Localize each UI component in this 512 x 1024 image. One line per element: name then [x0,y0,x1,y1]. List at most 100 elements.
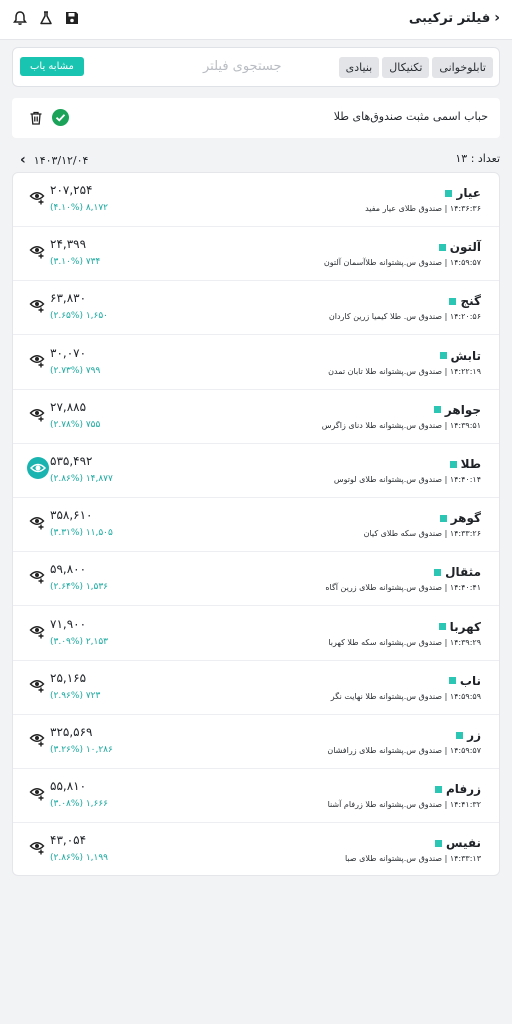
fund-time: ۱۴:۵۹:۵۹ [449,691,481,701]
list-item[interactable]: کهربا ۱۴:۳۹:۲۹ | صندوق س.پشتوانه سکه طلا … [13,607,499,661]
fund-symbol: نفیس [434,836,481,851]
fund-time: ۱۴:۲۲:۱۹ [449,366,481,376]
list-item[interactable]: زرفام ۱۴:۴۱:۳۲ | صندوق س.پشتوانه طلا زرفا… [13,769,499,824]
fund-time: ۱۴:۲۰:۵۶ [449,312,481,322]
watch-icon[interactable] [29,188,47,206]
fund-full-name: صندوق س.پشتوانه طلاآسمان آلتون [323,258,443,268]
list-item[interactable]: عیار ۱۴:۳۶:۳۶ | صندوق طلای عیار مفید ۲۰۷,۲… [13,173,499,227]
fund-symbol-text: زرفام [446,782,481,797]
fund-color-marker [445,189,453,197]
fund-description: ۱۴:۵۹:۵۹ | صندوق س.پشتوانه طلا نهایت نگر [331,692,481,701]
fund-change: ۱,۶۵۰ (۲.۶۵%) [50,311,109,322]
save-icon[interactable] [64,10,80,26]
list-item[interactable]: نفیس ۱۴:۳۳:۱۳ | صندوق س.پشتوانه طلای صبا ۴… [13,823,499,877]
fund-change: ۸,۱۷۲ (۴.۱۰%) [50,203,109,213]
fund-color-marker [433,406,441,414]
filter-type-tabs: تابلوخوانی تکنیکال بنیادی [338,57,493,78]
fund-change: ۱۱,۵۰۵ (۳.۳۱%) [50,528,113,539]
fund-price: ۴۳,۰۵۴ [50,833,87,848]
list-item[interactable]: زر ۱۴:۵۹:۵۷ | صندوق س.پشتوانه طلای زرافشا… [13,715,499,769]
fund-description: ۱۴:۳۳:۱۳ | صندوق س.پشتوانه طلای صبا [345,854,481,863]
fund-symbol: کهربا [438,620,481,634]
watch-icon[interactable] [29,242,47,260]
fund-symbol-text: جواهر [444,402,481,417]
fund-change: ۱,۵۳۶ (۲.۶۴%) [50,582,109,593]
watch-icon[interactable] [29,622,47,640]
watch-icon[interactable] [29,351,47,369]
fund-time: ۱۴:۴۰:۱۴ [449,475,481,484]
search-input[interactable]: جستجوی فیلتر [203,59,282,74]
fund-full-name: صندوق س.پشتوانه طلا دنای زاگرس [321,420,443,430]
bell-icon[interactable] [12,10,28,26]
list-item[interactable]: گوهر ۱۴:۳۳:۲۶ | صندوق سکه طلای کیان ۳۵۸,۶۱… [13,498,499,553]
fund-change: ۱,۶۶۶ (۳.۰۸%) [50,799,109,810]
fund-color-marker [449,297,457,305]
fund-time: ۱۴:۳۳:۱۳ [449,854,481,864]
fund-symbol: جواهر [433,402,481,417]
fund-symbol-text: مثقال [445,565,481,580]
fund-description: ۱۴:۲۰:۵۶ | صندوق س. طلا کیمیا زرین کاردا… [329,312,481,321]
watch-icon[interactable] [29,730,47,748]
watch-icon[interactable] [29,405,47,423]
list-item[interactable]: جواهر ۱۴:۳۹:۵۱ | صندوق س.پشتوانه طلا دنای… [13,390,499,444]
separator: | [442,854,450,864]
fund-price: ۲۵,۱۶۵ [50,670,87,685]
watch-icon[interactable] [29,838,47,856]
trash-icon[interactable] [28,110,44,126]
list-item[interactable]: تابش ۱۴:۲۲:۱۹ | صندوق س.پشتوانه طلا تابان… [13,336,499,390]
list-item[interactable]: طلا ۱۴:۴۰:۱۴ | صندوق س.پشتوانه طلای لوتوس… [13,444,499,498]
fund-symbol-text: نفیس [445,836,481,851]
tab-tablokhani[interactable]: تابلوخوانی [432,57,493,78]
fund-description: ۱۴:۳۹:۵۱ | صندوق س.پشتوانه طلا دنای زاگر… [322,421,481,430]
fund-change: ۱۴,۸۷۷ (۲.۸۶%) [50,474,113,484]
tab-fundamental[interactable]: بنیادی [338,57,380,78]
fund-full-name: صندوق س.پشتوانه طلای صبا [344,854,443,864]
list-item[interactable]: ناب ۱۴:۵۹:۵۹ | صندوق س.پشتوانه طلا نهایت … [13,661,499,715]
watch-icon[interactable] [27,457,49,479]
list-item[interactable]: گنج ۱۴:۲۰:۵۶ | صندوق س. طلا کیمیا زرین کا… [13,281,499,336]
fund-price: ۲۴,۳۹۹ [50,237,87,252]
fund-color-marker [435,785,443,793]
fund-price: ۲۷,۸۸۵ [50,399,87,414]
fund-color-marker [439,514,447,522]
back-chevron-icon[interactable]: ‹ [494,10,500,26]
fund-description: ۱۴:۴۰:۴۱ | صندوق س.پشتوانه طلای زرین آگا… [325,583,481,592]
separator: | [442,637,450,647]
fund-symbol-text: تابش [450,348,481,363]
separator: | [442,420,450,430]
tab-technical[interactable]: تکنیکال [382,57,430,78]
similar-finder-button[interactable]: مشابه یاب [20,57,84,76]
fund-symbol: ناب [448,674,481,688]
watch-icon[interactable] [29,676,47,694]
fund-description: ۱۴:۴۰:۱۴ | صندوق س.پشتوانه طلای لوتوس [334,475,481,484]
separator: | [442,746,450,755]
fund-time: ۱۴:۳۶:۳۶ [449,204,481,213]
fund-price: ۳۲۵,۵۶۹ [50,725,93,739]
fund-price: ۲۰۷,۲۵۴ [50,183,93,197]
watch-icon[interactable] [29,296,47,314]
date-label: ۱۴۰۳/۱۲/۰۴ [33,153,89,167]
app-header: ‹ فیلتر ترکیبی [0,0,512,40]
fund-symbol: زر [456,728,481,742]
list-item[interactable]: مثقال ۱۴:۴۰:۴۱ | صندوق س.پشتوانه طلای زری… [13,552,499,607]
chevron-left-icon[interactable]: ‹ [20,152,26,168]
fund-full-name: صندوق س.پشتوانه طلای زرافشان [327,746,443,755]
watch-icon[interactable] [29,784,47,802]
fund-price: ۵۳۵,۴۹۲ [50,454,93,468]
result-count: تعداد : ۱۳ [455,152,500,165]
fund-time: ۱۴:۳۳:۲۶ [449,529,481,539]
check-icon[interactable] [52,109,69,126]
fund-description: ۱۴:۵۹:۵۷ | صندوق س.پشتوانه طلاآسمان آلتو… [324,258,481,267]
header-icons [12,10,80,26]
fund-time: ۱۴:۵۹:۵۷ [449,258,481,268]
separator: | [442,204,450,213]
fund-change: ۱۰,۲۸۶ (۳.۲۶%) [50,745,113,755]
separator: | [442,366,450,376]
watch-icon[interactable] [29,567,47,585]
fund-time: ۱۴:۴۱:۳۲ [449,800,481,810]
watch-icon[interactable] [29,513,47,531]
list-item[interactable]: آلتون ۱۴:۵۹:۵۷ | صندوق س.پشتوانه طلاآسمان… [13,227,499,282]
fund-color-marker [438,623,446,631]
flask-icon[interactable] [38,10,54,26]
fund-time: ۱۴:۵۹:۵۷ [449,746,481,755]
